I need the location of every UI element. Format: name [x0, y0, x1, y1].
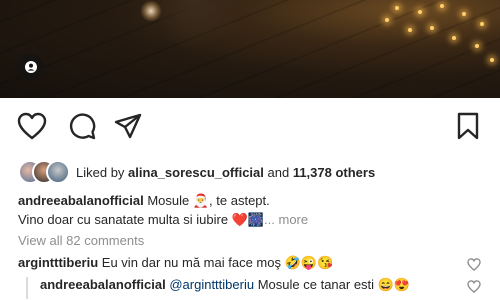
user-tag-button[interactable]: [18, 54, 44, 80]
avatar: [46, 160, 70, 184]
reply-item: andreeabalanofficial @argintttiberiu Mos…: [40, 277, 410, 293]
reply-mention[interactable]: @argintttiberiu: [169, 277, 254, 292]
heart-icon: [467, 257, 481, 271]
reply-text: Mosule ce tanar esti 😄😍: [257, 277, 411, 292]
likes-summary[interactable]: Liked by alina_sorescu_official and 11,3…: [76, 165, 375, 180]
share-button[interactable]: [112, 110, 144, 142]
likes-joiner: and: [263, 164, 293, 180]
photo-sparkler: [140, 0, 162, 22]
post-caption: andreeabalanofficial Mosule 🎅, te astept…: [18, 191, 488, 229]
post-photo[interactable]: [0, 0, 500, 98]
liker-avatars[interactable]: [18, 160, 78, 184]
likes-count[interactable]: 11,378 others: [293, 165, 375, 180]
paper-plane-icon: [114, 113, 142, 139]
like-button[interactable]: [16, 110, 48, 142]
liker-username[interactable]: alina_sorescu_official: [128, 165, 264, 180]
person-icon: [25, 61, 37, 73]
comment-bubble-icon: [69, 113, 96, 140]
save-button[interactable]: [452, 110, 484, 142]
caption-username[interactable]: andreeabalanofficial: [18, 193, 144, 208]
bookmark-icon: [457, 112, 479, 140]
likes-prefix: Liked by: [76, 164, 129, 180]
more-link[interactable]: ... more: [264, 212, 308, 227]
comment-button[interactable]: [66, 110, 98, 142]
view-all-comments-link[interactable]: View all 82 comments: [18, 233, 144, 248]
reply-thread-line: [26, 277, 28, 299]
comment-username[interactable]: argintttiberiu: [18, 255, 98, 270]
comment-like-button[interactable]: [466, 256, 482, 272]
comment-text: Eu vin dar nu mă mai face moş 🤣😜😘: [101, 255, 334, 270]
comment-item: argintttiberiu Eu vin dar nu mă mai face…: [18, 255, 333, 271]
likes-row[interactable]: Liked by alina_sorescu_official and 11,3…: [18, 160, 375, 184]
caption-line-2: Vino doar cu sanatate multa si iubire ❤️…: [18, 212, 265, 227]
reply-username[interactable]: andreeabalanofficial: [40, 277, 166, 292]
heart-icon: [467, 279, 481, 293]
caption-line-1: Mosule 🎅, te astept.: [147, 193, 270, 208]
action-bar: [0, 110, 500, 146]
photo-floor: [0, 0, 500, 98]
photo-figure: [150, 0, 240, 50]
heart-icon: [17, 112, 47, 140]
reply-like-button[interactable]: [466, 278, 482, 294]
